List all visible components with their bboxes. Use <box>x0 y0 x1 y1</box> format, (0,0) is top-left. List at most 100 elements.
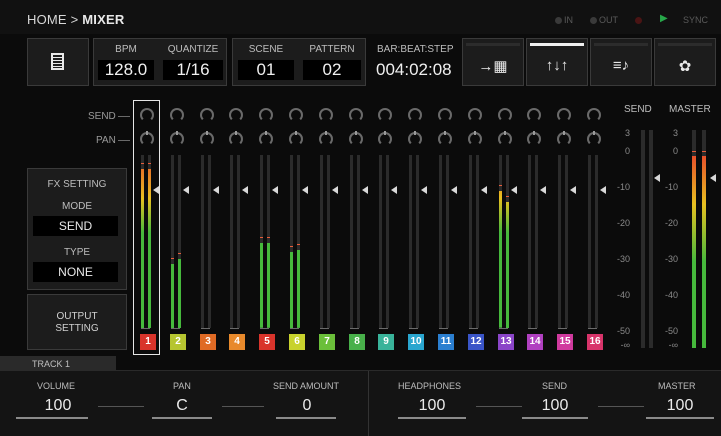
track-number-button[interactable]: 9 <box>378 334 394 350</box>
track-number-button[interactable]: 11 <box>438 334 454 350</box>
master-output-value[interactable]: 100 <box>648 397 712 415</box>
track-number-button[interactable]: 10 <box>408 334 424 350</box>
send-knob[interactable] <box>349 108 363 122</box>
track-number-button[interactable]: 5 <box>259 334 275 350</box>
quantize-value[interactable]: 1/16 <box>163 60 223 80</box>
output-setting-button[interactable]: OUTPUT SETTING <box>27 294 127 350</box>
status-sync: SYNC <box>683 15 709 25</box>
level-meter-right <box>357 155 360 328</box>
peak-hold <box>506 195 509 197</box>
fader-position-icon[interactable] <box>332 186 338 194</box>
level-meter-right <box>506 155 509 328</box>
send-amount-underline <box>276 417 336 419</box>
headphones-label: HEADPHONES <box>398 381 462 391</box>
fader-position-icon[interactable] <box>302 186 308 194</box>
toolbar-active-bar <box>466 43 520 46</box>
output-setting-line1: OUTPUT <box>56 311 98 322</box>
send-scale-tick: -20 <box>616 218 630 228</box>
send-knob[interactable] <box>229 108 243 122</box>
breadcrumb-home[interactable]: HOME <box>27 12 67 27</box>
meter-floor <box>558 328 567 329</box>
fader-position-icon[interactable] <box>511 186 517 194</box>
track-number-button[interactable]: 8 <box>349 334 365 350</box>
pan-center-tick <box>384 131 386 135</box>
fader-position-icon[interactable] <box>391 186 397 194</box>
pan-value[interactable]: C <box>160 397 204 415</box>
mixer-icon: ↑↓↑ <box>545 57 569 74</box>
send-knob[interactable] <box>378 108 392 122</box>
scene-value[interactable]: 01 <box>238 60 294 80</box>
headphones-value[interactable]: 100 <box>400 397 464 415</box>
file-button[interactable] <box>27 38 89 86</box>
send-fader-icon[interactable] <box>654 174 660 182</box>
level-meter-left <box>469 155 472 328</box>
bar-beat-step-value: 004:02:08 <box>376 60 452 79</box>
fader-position-icon[interactable] <box>600 186 606 194</box>
level-meter-left <box>588 155 591 328</box>
track-number-button[interactable]: 13 <box>498 334 514 350</box>
send-knob[interactable] <box>319 108 333 122</box>
fader-position-icon[interactable] <box>213 186 219 194</box>
send-knob[interactable] <box>587 108 601 122</box>
send-knob[interactable] <box>468 108 482 122</box>
track-number-button[interactable]: 14 <box>527 334 543 350</box>
send-knob[interactable] <box>527 108 541 122</box>
send-scale-tick: -40 <box>616 290 630 300</box>
track-number-button[interactable]: 16 <box>587 334 603 350</box>
toolbar-button-3[interactable]: ≡♪ <box>590 38 652 86</box>
master-scale-tick: -∞ <box>668 340 678 350</box>
toolbar-button-4[interactable]: ✿ <box>654 38 716 86</box>
fx-type-label: TYPE <box>63 247 91 258</box>
fader-position-icon[interactable] <box>481 186 487 194</box>
send-output-value[interactable]: 100 <box>524 397 586 415</box>
bpm-value[interactable]: 128.0 <box>98 60 154 80</box>
fader-position-icon[interactable] <box>242 186 248 194</box>
pattern-value[interactable]: 02 <box>303 60 361 80</box>
toolbar-button-2[interactable]: ↑↓↑ <box>526 38 588 86</box>
send-knob[interactable] <box>140 108 154 122</box>
track-number-button[interactable]: 4 <box>229 334 245 350</box>
send-knob[interactable] <box>289 108 303 122</box>
send-knob[interactable] <box>170 108 184 122</box>
document-icon <box>51 53 64 70</box>
mixer-screen: HOME > MIXER IN OUT ▶ SYNC BPM 128.0 QUA… <box>0 0 721 436</box>
send-knob[interactable] <box>557 108 571 122</box>
track-number-button[interactable]: 2 <box>170 334 186 350</box>
meter-level <box>141 168 144 328</box>
fader-position-icon[interactable] <box>421 186 427 194</box>
fader-position-icon[interactable] <box>362 186 368 194</box>
send-amount-value[interactable]: 0 <box>280 397 334 415</box>
send-meter-label: SEND <box>624 104 652 115</box>
master-peak-hold <box>702 151 706 152</box>
meter-level <box>702 156 706 348</box>
fx-type-value[interactable]: NONE <box>33 262 118 282</box>
volume-value[interactable]: 100 <box>28 397 88 415</box>
send-knob[interactable] <box>438 108 452 122</box>
fader-position-icon[interactable] <box>153 186 159 194</box>
track-number-button[interactable]: 12 <box>468 334 484 350</box>
send-knob[interactable] <box>259 108 273 122</box>
track-number-button[interactable]: 15 <box>557 334 573 350</box>
status-in: IN <box>555 15 573 25</box>
pan-label: PAN <box>173 381 191 391</box>
level-meter-left <box>290 155 293 328</box>
send-knob[interactable] <box>200 108 214 122</box>
fader-position-icon[interactable] <box>451 186 457 194</box>
level-meter-left <box>230 155 233 328</box>
toolbar-active-bar <box>530 43 584 46</box>
fader-position-icon[interactable] <box>540 186 546 194</box>
track-number-button[interactable]: 3 <box>200 334 216 350</box>
toolbar-button-1[interactable]: →▦ <box>462 38 524 86</box>
track-number-button[interactable]: 1 <box>140 334 156 350</box>
fader-position-icon[interactable] <box>183 186 189 194</box>
track-number-button[interactable]: 7 <box>319 334 335 350</box>
parameter-bar: VOLUME 100 PAN C SEND AMOUNT 0 HEADPHONE… <box>0 370 721 436</box>
in-indicator-icon <box>555 17 562 24</box>
fx-mode-value[interactable]: SEND <box>33 216 118 236</box>
send-knob[interactable] <box>498 108 512 122</box>
fader-position-icon[interactable] <box>272 186 278 194</box>
track-number-button[interactable]: 6 <box>289 334 305 350</box>
send-knob[interactable] <box>408 108 422 122</box>
master-fader-icon[interactable] <box>710 174 716 182</box>
fader-position-icon[interactable] <box>570 186 576 194</box>
